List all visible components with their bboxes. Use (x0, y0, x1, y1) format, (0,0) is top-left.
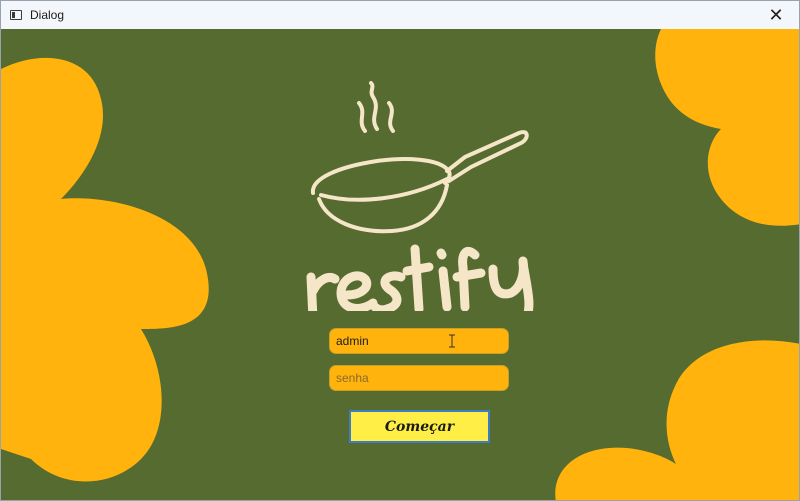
title-bar[interactable]: Dialog ✕ (1, 1, 799, 29)
window-title: Dialog (30, 8, 65, 22)
frying-pan-icon (310, 130, 529, 234)
blob-top-right-decoration (655, 29, 799, 226)
blob-left-decoration (1, 57, 209, 482)
steam-icon (357, 81, 395, 133)
restify-logo (306, 81, 534, 311)
blob-bottom-right-decoration (555, 340, 799, 500)
text-cursor-icon (449, 334, 455, 348)
close-button[interactable]: ✕ (753, 1, 799, 29)
start-button[interactable]: Começar (349, 410, 490, 443)
login-panel: Começar (1, 29, 799, 500)
password-input[interactable] (329, 365, 509, 391)
dialog-window: Dialog ✕ admin Começar (0, 0, 800, 501)
window-icon (10, 10, 22, 20)
restify-wordmark-art (306, 244, 534, 311)
username-input[interactable] (329, 328, 509, 354)
